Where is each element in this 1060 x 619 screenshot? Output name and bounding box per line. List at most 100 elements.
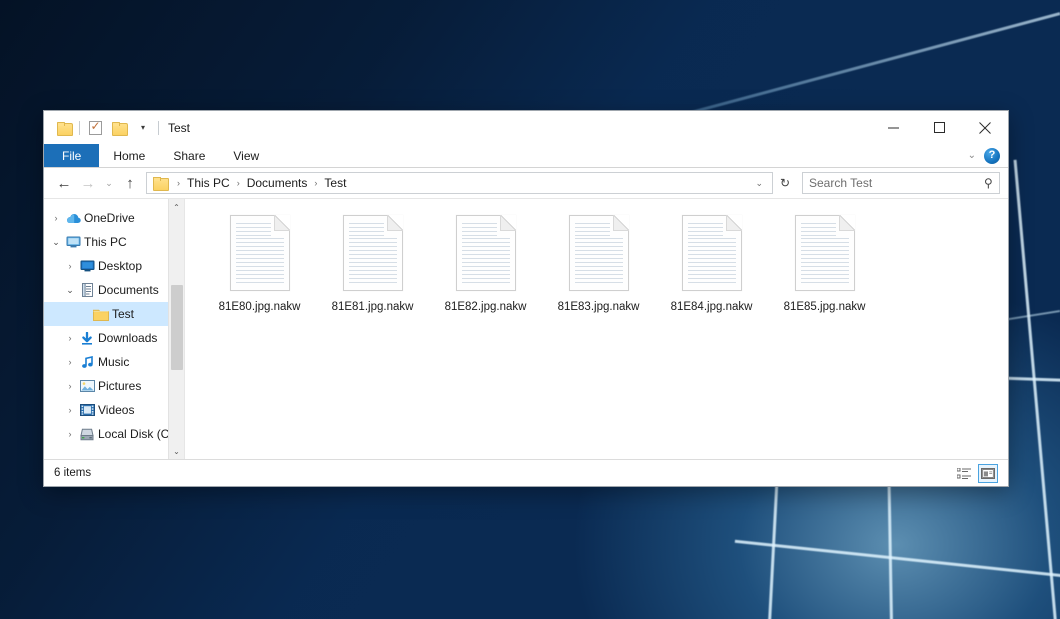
generic-file-icon [569, 215, 629, 291]
file-item[interactable]: 81E84.jpg.nakw [655, 213, 768, 313]
sidebar-item-test[interactable]: Test [44, 302, 184, 326]
breadcrumb-this-pc[interactable]: This PC [185, 176, 232, 190]
breadcrumb-test[interactable]: Test [322, 176, 348, 190]
file-explorer-window: ▾ Test File Home Share View [43, 110, 1009, 487]
sidebar-item-label: Downloads [98, 331, 157, 345]
file-icon-lines-top [575, 223, 610, 236]
sidebar-item-this-pc[interactable]: ⌄ This PC [44, 230, 184, 254]
desktop-icon [78, 260, 96, 272]
qat-separator [79, 121, 80, 135]
chevron-right-icon[interactable]: › [62, 405, 78, 415]
breadcrumb-separator-2: › [309, 178, 322, 188]
chevron-right-icon[interactable]: › [62, 333, 78, 343]
breadcrumb-separator-1: › [232, 178, 245, 188]
scrollbar-track[interactable] [169, 215, 185, 443]
file-name-label: 81E82.jpg.nakw [445, 301, 527, 313]
collapse-ribbon-icon[interactable]: ⌄ [962, 150, 982, 161]
chevron-down-icon[interactable]: ⌄ [48, 237, 64, 248]
disk-icon [78, 428, 96, 441]
chevron-right-icon[interactable]: › [62, 381, 78, 391]
sidebar-item-videos[interactable]: › Videos [44, 398, 184, 422]
large-icons-view-icon [981, 468, 995, 479]
view-mode-buttons [954, 464, 998, 483]
sidebar-item-documents[interactable]: ⌄Documents [44, 278, 184, 302]
sidebar-item-onedrive[interactable]: › OneDrive [44, 206, 184, 230]
file-name-label: 81E85.jpg.nakw [784, 301, 866, 313]
generic-file-icon [682, 215, 742, 291]
sidebar-item-label: Videos [98, 403, 134, 417]
sidebar-item-pictures[interactable]: ›Pictures [44, 374, 184, 398]
sidebar-item-label: This PC [84, 235, 127, 249]
chevron-right-icon[interactable]: › [62, 357, 78, 367]
music-icon [78, 356, 96, 369]
back-button[interactable]: ← [52, 171, 76, 195]
downloads-icon [78, 332, 96, 345]
address-bar[interactable]: › This PC › Documents › Test ⌄ [146, 172, 773, 194]
tab-share[interactable]: Share [159, 144, 219, 167]
documents-icon [78, 283, 96, 297]
generic-file-icon [795, 215, 855, 291]
file-item[interactable]: 81E80.jpg.nakw [203, 213, 316, 313]
chevron-right-icon[interactable]: › [48, 213, 64, 223]
file-grid: 81E80.jpg.nakw81E81.jpg.nakw 81E82.jpg.na… [203, 213, 1008, 313]
folder-icon [57, 122, 72, 134]
file-item[interactable]: 81E85.jpg.nakw [768, 213, 881, 313]
forward-button[interactable]: → [76, 171, 100, 195]
sidebar-item-local-disk-c[interactable]: ›Local Disk (C:) [44, 422, 184, 446]
ribbon-right-controls: ⌄ ? [962, 144, 1008, 167]
chevron-right-icon[interactable]: › [62, 261, 78, 271]
maximize-button[interactable] [916, 111, 962, 144]
sidebar-item-desktop[interactable]: ›Desktop [44, 254, 184, 278]
help-icon[interactable]: ? [984, 148, 1000, 164]
scroll-up-button[interactable]: ⌃ [169, 199, 185, 215]
item-count-label: 6 items [54, 467, 91, 479]
close-button[interactable] [962, 111, 1008, 144]
file-icon-lines-top [688, 223, 723, 236]
chevron-down-icon[interactable]: ⌄ [62, 285, 78, 296]
navigation-scrollbar[interactable]: ⌃ ⌄ [168, 199, 184, 459]
chevron-right-icon[interactable]: › [62, 429, 78, 439]
file-list-view[interactable]: 81E80.jpg.nakw81E81.jpg.nakw 81E82.jpg.na… [184, 199, 1008, 459]
quick-access-toolbar: ▾ [52, 117, 162, 139]
file-icon-lines [462, 238, 510, 284]
refresh-button[interactable]: ↻ [774, 172, 796, 194]
ribbon-tab-bar: File Home Share View ⌄ ? [44, 144, 1008, 168]
generic-file-icon [343, 215, 403, 291]
tab-home[interactable]: Home [99, 144, 159, 167]
chevron-down-icon: ▾ [141, 123, 145, 132]
large-icons-view-button[interactable] [978, 464, 998, 483]
window-body: › OneDrive ⌄ This PC ›Desktop⌄Documents Test ›… [44, 198, 1008, 459]
up-button[interactable]: ↑ [118, 171, 142, 195]
navigation-pane: › OneDrive ⌄ This PC ›Desktop⌄Documents Test ›… [44, 199, 184, 459]
qat-properties-button[interactable] [83, 117, 107, 139]
sidebar-item-label: Test [112, 307, 134, 321]
tab-view[interactable]: View [219, 144, 273, 167]
scrollbar-thumb[interactable] [171, 285, 183, 370]
qat-customize-button[interactable]: ▾ [131, 117, 155, 139]
search-input[interactable]: Search Test [809, 176, 984, 190]
file-icon-lines [801, 238, 849, 284]
minimize-button[interactable] [870, 111, 916, 144]
file-item[interactable]: 81E82.jpg.nakw [429, 213, 542, 313]
details-view-button[interactable] [954, 464, 974, 483]
file-icon-lines [349, 238, 397, 284]
new-folder-icon [112, 122, 127, 134]
tab-file[interactable]: File [44, 144, 99, 167]
recent-locations-button[interactable]: ⌄ [100, 171, 118, 195]
scroll-down-button[interactable]: ⌄ [169, 443, 185, 459]
videos-icon [78, 404, 96, 416]
qat-new-folder-button[interactable] [107, 117, 131, 139]
file-item[interactable]: 81E81.jpg.nakw [316, 213, 429, 313]
cloud-icon [64, 213, 82, 224]
sidebar-item-label: OneDrive [84, 211, 135, 225]
search-icon: ⚲ [984, 176, 993, 190]
properties-icon [89, 121, 102, 135]
window-title: Test [168, 121, 190, 135]
qat-folder-button[interactable] [52, 117, 76, 139]
sidebar-item-downloads[interactable]: › Downloads [44, 326, 184, 350]
breadcrumb-documents[interactable]: Documents [245, 176, 310, 190]
address-dropdown-icon[interactable]: ⌄ [750, 178, 768, 189]
sidebar-item-music[interactable]: ›Music [44, 350, 184, 374]
file-item[interactable]: 81E83.jpg.nakw [542, 213, 655, 313]
search-box[interactable]: Search Test ⚲ [802, 172, 1000, 194]
